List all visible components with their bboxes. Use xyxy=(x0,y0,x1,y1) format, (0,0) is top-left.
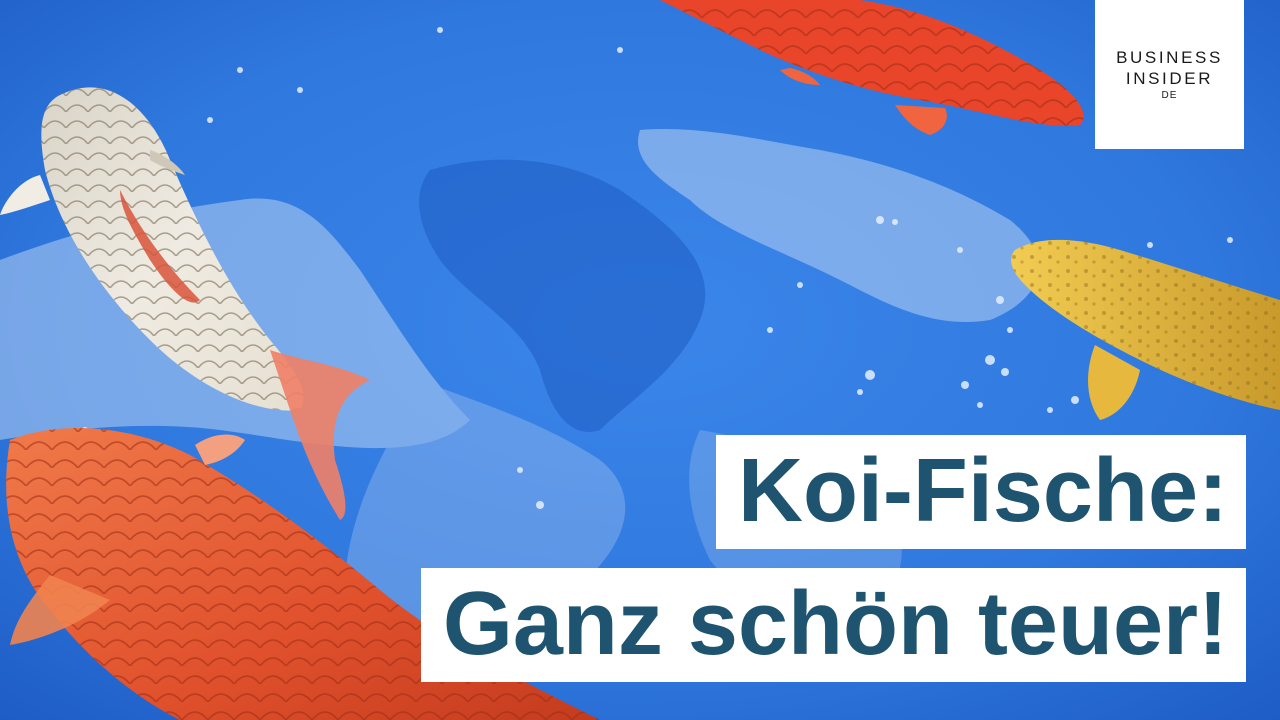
logo-line-insider: INSIDER xyxy=(1125,68,1214,88)
headline-line-2: Ganz schön teuer! xyxy=(420,568,1246,682)
logo-line-business: BUSINESS xyxy=(1116,47,1223,67)
headline-line-1: Koi-Fische: xyxy=(715,435,1246,549)
business-insider-logo: BUSINESS INSIDER DE xyxy=(1095,0,1244,149)
logo-line-de: DE xyxy=(1161,89,1178,101)
